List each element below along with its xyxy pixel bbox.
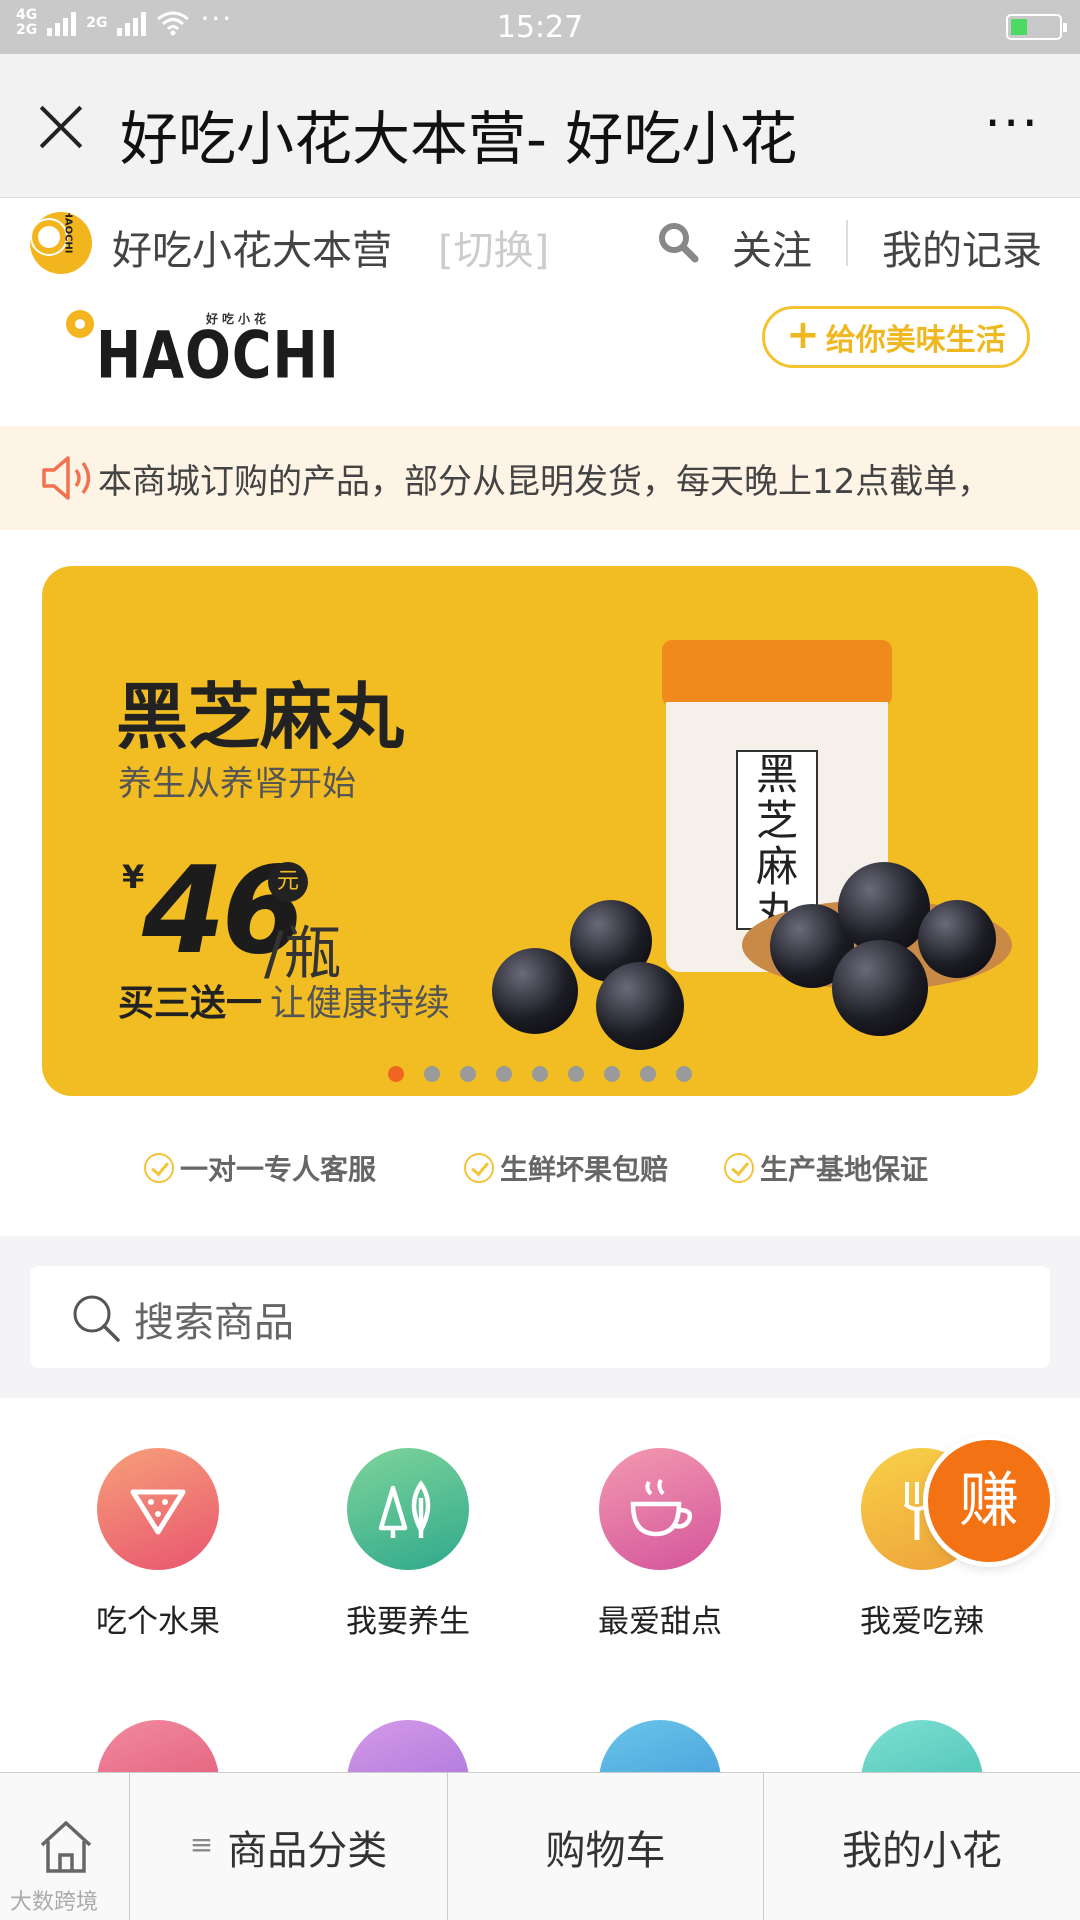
sesame-ball-image: [918, 900, 996, 978]
notice-text: 本商城订购的产品，部分从昆明发货，每天晚上12点截单，: [98, 462, 992, 502]
search-section: 搜索商品: [0, 1236, 1080, 1398]
menu-icon: ≡: [189, 1827, 214, 1861]
brand-logo: HAOCHI: [96, 317, 340, 394]
more-menu-button[interactable]: ···: [984, 94, 1040, 154]
status-bar: 4G 2G 2G ··· 15:27: [0, 0, 1080, 54]
tab-label: 购物车: [545, 1828, 666, 1874]
carousel-indicator[interactable]: [42, 1066, 1038, 1082]
switch-shop-link[interactable]: [切换]: [438, 218, 549, 276]
sesame-ball-image: [492, 948, 578, 1034]
category-item[interactable]: [58, 1720, 258, 1774]
guarantee-item: 生鲜坏果包赔: [464, 1148, 668, 1188]
page-title: 好吃小花大本营- 好吃小花: [120, 105, 798, 173]
carousel-dot[interactable]: [640, 1066, 656, 1082]
tab-label: 我的小花: [842, 1828, 1002, 1874]
category-dessert[interactable]: 最爱甜点: [560, 1448, 760, 1641]
category-label: 吃个水果: [96, 1604, 220, 1640]
close-icon[interactable]: [36, 102, 86, 152]
category-item[interactable]: [308, 1720, 508, 1774]
guarantee-item: 生产基地保证: [724, 1148, 928, 1188]
shop-bar: HAOCHI 好吃小花大本营 [切换] 关注 我的记录: [0, 198, 1080, 288]
home-icon: [40, 1821, 92, 1873]
search-icon: [73, 1295, 120, 1342]
flower-logo-icon: [66, 310, 94, 338]
banner-title: 黑芝麻丸: [116, 675, 405, 759]
category-item[interactable]: [822, 1720, 1022, 1774]
jar-label: 黑芝麻丸: [736, 750, 818, 936]
tree-icon: [347, 1448, 469, 1570]
watermark: 大数跨境: [10, 1890, 99, 1915]
banner-area: 黑芝麻丸 养生从养肾开始 ¥ 46 元 /瓶 买三送一 让健康持续 黑芝麻丸: [0, 530, 1080, 1100]
category-grid: 吃个水果 我要养生 最爱甜点 我爱吃辣: [0, 1398, 1080, 1774]
price-unit-badge: 元: [268, 862, 308, 902]
tab-cart[interactable]: 购物车: [448, 1773, 764, 1920]
title-bar: 好吃小花大本营- 好吃小花 ···: [0, 54, 1080, 198]
clock: 15:27: [496, 10, 584, 45]
category-label: 最爱甜点: [598, 1604, 722, 1640]
guarantee-label: 生鲜坏果包赔: [500, 1153, 669, 1186]
carousel-dot[interactable]: [532, 1066, 548, 1082]
tab-categories[interactable]: ≡ 商品分类: [130, 1773, 448, 1920]
carousel-dot[interactable]: [496, 1066, 512, 1082]
search-placeholder: 搜索商品: [134, 1300, 294, 1346]
follow-button[interactable]: 关注: [732, 218, 812, 276]
carousel-dot[interactable]: [676, 1066, 692, 1082]
promo-text: 买三送一: [118, 983, 263, 1024]
sesame-ball-image: [832, 940, 928, 1036]
carousel-dot[interactable]: [388, 1066, 404, 1082]
flower-icon: [38, 226, 60, 248]
brand-bar: 好吃小花 HAOCHI + 给你美味生活: [0, 288, 1080, 426]
plus-icon: +: [786, 312, 820, 358]
category-item[interactable]: [560, 1720, 760, 1774]
promo-banner[interactable]: 黑芝麻丸 养生从养肾开始 ¥ 46 元 /瓶 买三送一 让健康持续 黑芝麻丸: [42, 566, 1038, 1096]
battery-icon: [1006, 14, 1067, 40]
category-icon: [347, 1720, 469, 1774]
slogan-label: 给你美味生活: [825, 323, 1006, 358]
promo-subtext: 让健康持续: [270, 983, 451, 1024]
divider: [846, 220, 848, 266]
category-health[interactable]: 我要养生: [308, 1448, 508, 1641]
carousel-dot[interactable]: [604, 1066, 620, 1082]
carousel-dot[interactable]: [568, 1066, 584, 1082]
carousel-dot[interactable]: [424, 1066, 440, 1082]
watermelon-icon: [97, 1448, 219, 1570]
currency-symbol: ¥: [122, 858, 145, 896]
earn-button[interactable]: 赚: [928, 1440, 1050, 1562]
my-records-button[interactable]: 我的记录: [882, 218, 1042, 276]
category-label: 我要养生: [346, 1604, 470, 1640]
check-circle-icon: [464, 1153, 494, 1183]
search-icon[interactable]: [656, 220, 700, 264]
check-circle-icon: [724, 1153, 754, 1183]
notice-bar[interactable]: 本商城订购的产品，部分从昆明发货，每天晚上12点截单，: [0, 426, 1080, 530]
category-icon: [599, 1720, 721, 1774]
check-circle-icon: [144, 1153, 174, 1183]
tab-label: 商品分类: [227, 1828, 388, 1874]
category-label: 我爱吃辣: [860, 1604, 984, 1640]
shop-name: 好吃小花大本营: [112, 228, 392, 274]
guarantee-label: 一对一专人客服: [180, 1153, 377, 1186]
category-icon: [861, 1720, 983, 1774]
category-icon: [97, 1720, 219, 1774]
sesame-ball-image: [596, 962, 684, 1050]
search-input[interactable]: 搜索商品: [30, 1266, 1050, 1368]
tab-mine[interactable]: 我的小花: [764, 1773, 1080, 1920]
slogan-button[interactable]: + 给你美味生活: [762, 306, 1030, 368]
carousel-dot[interactable]: [460, 1066, 476, 1082]
guarantee-item: 一对一专人客服: [144, 1148, 376, 1188]
category-fruit[interactable]: 吃个水果: [58, 1448, 258, 1641]
banner-subtitle: 养生从养肾开始: [118, 764, 356, 804]
shop-logo[interactable]: HAOCHI: [30, 212, 92, 274]
speaker-icon: [42, 456, 91, 500]
guarantee-bar: 一对一专人客服 生鲜坏果包赔 生产基地保证: [0, 1100, 1080, 1236]
guarantee-label: 生产基地保证: [760, 1153, 929, 1186]
coffee-cup-icon: [599, 1448, 721, 1570]
bottom-nav: ≡ 商品分类 购物车 我的小花: [0, 1772, 1080, 1920]
